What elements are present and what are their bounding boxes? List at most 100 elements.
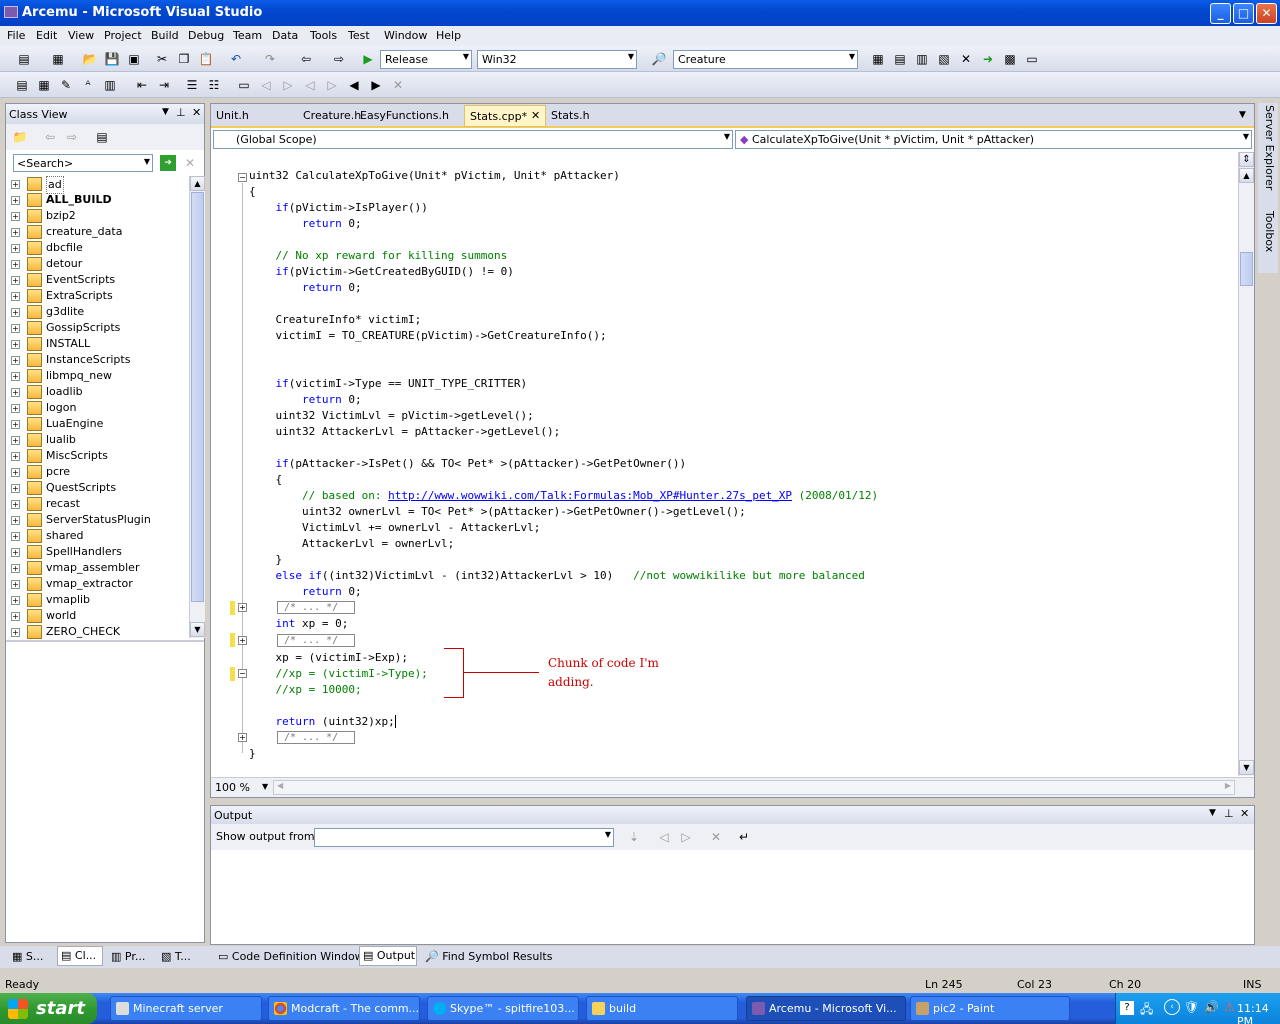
previous-bookmark-icon[interactable]: ◁: [258, 77, 274, 93]
undo-icon[interactable]: ↶: [228, 51, 244, 67]
clear-bookmarks-icon[interactable]: ✕: [390, 77, 406, 93]
expand-icon[interactable]: +: [11, 324, 20, 333]
expand-icon[interactable]: +: [11, 276, 20, 285]
scroll-down-icon[interactable]: ▼: [1239, 760, 1254, 775]
tools-icon[interactable]: ✕: [958, 51, 974, 67]
expand-icon[interactable]: +: [11, 484, 20, 493]
server-explorer-tab[interactable]: Server Explorer: [1260, 105, 1276, 205]
collapsed-region[interactable]: /* ... */: [277, 634, 355, 647]
expand-icon[interactable]: +: [11, 452, 20, 461]
tree-item[interactable]: + InstanceScripts: [6, 352, 190, 368]
help-icon[interactable]: ?: [1120, 1001, 1134, 1015]
output-source-select[interactable]: ▼: [314, 828, 614, 847]
scroll-right-icon[interactable]: ▶: [1225, 781, 1231, 790]
collapsed-region[interactable]: /* ... */: [277, 731, 355, 744]
class-search-input[interactable]: <Search> ▼: [13, 154, 153, 172]
next-bookmark-icon[interactable]: ▷: [280, 77, 296, 93]
collapse-icon[interactable]: −: [238, 669, 247, 678]
expand-icon[interactable]: +: [11, 308, 20, 317]
expand-icon[interactable]: +: [11, 372, 20, 381]
tree-item[interactable]: + ZERO_CHECK: [6, 624, 190, 640]
start-page-icon[interactable]: ➜: [980, 51, 996, 67]
tree-item[interactable]: + shared: [6, 528, 190, 544]
menu-window[interactable]: Window: [384, 29, 427, 42]
tab-find-symbol-results[interactable]: 🔎 Find Symbol Results: [425, 948, 552, 966]
next-bookmark-doc-icon[interactable]: ▶: [368, 77, 384, 93]
cut-icon[interactable]: ✂: [154, 51, 170, 67]
expand-icon[interactable]: +: [11, 580, 20, 589]
collapse-icon[interactable]: −: [238, 173, 247, 182]
tree-item[interactable]: + GossipScripts: [6, 320, 190, 336]
scope-dropdown[interactable]: (Global Scope) ▼: [213, 130, 733, 149]
scroll-up-icon[interactable]: ▲: [1239, 168, 1254, 183]
new-project-icon[interactable]: ▤: [16, 51, 32, 67]
find-combo[interactable]: Creature ▼: [673, 50, 858, 69]
increase-indent-icon[interactable]: ⇥: [156, 77, 172, 93]
tree-item[interactable]: + creature_data: [6, 224, 190, 240]
solution-configuration-select[interactable]: Release ▼: [380, 50, 472, 69]
member-list-icon[interactable]: ▤: [14, 77, 30, 93]
zoom-level[interactable]: 100 %: [215, 781, 250, 794]
quick-info-icon[interactable]: ✎: [58, 77, 74, 93]
scroll-thumb[interactable]: [1240, 252, 1253, 286]
collapsed-region[interactable]: /* ... */: [277, 601, 355, 614]
tab-code-definition-window[interactable]: ▭ Code Definition Window: [218, 948, 364, 966]
solution-explorer-icon[interactable]: ▦: [870, 51, 886, 67]
expand-icon[interactable]: +: [11, 436, 20, 445]
next-bookmark-folder-icon[interactable]: ▷: [324, 77, 340, 93]
auto-hide-pin-icon[interactable]: ⊥: [1224, 807, 1234, 820]
auto-hide-pin-icon[interactable]: ⊥: [176, 106, 186, 119]
menu-project[interactable]: Project: [104, 29, 142, 42]
tab-class-view[interactable]: ▤ Cl...: [57, 946, 103, 966]
object-browser-icon[interactable]: ▥: [914, 51, 930, 67]
tree-item[interactable]: + detour: [6, 256, 190, 272]
clock[interactable]: 11:14 PM: [1237, 1002, 1280, 1024]
editor-vertical-scrollbar[interactable]: ⇕ ▲ ▼: [1238, 152, 1254, 776]
expand-icon[interactable]: +: [11, 388, 20, 397]
folder-icon[interactable]: 📁: [12, 129, 28, 145]
tree-item[interactable]: + dbcfile: [6, 240, 190, 256]
toggle-bookmark-icon[interactable]: ▭: [236, 77, 252, 93]
save-all-icon[interactable]: ▣: [126, 51, 142, 67]
find-in-files-icon[interactable]: 🔎: [651, 51, 667, 67]
tab-team-explorer[interactable]: ▧ T...: [161, 948, 191, 966]
tree-item[interactable]: + vmap_extractor: [6, 576, 190, 592]
tab-creature-h[interactable]: Creature.h: [303, 109, 361, 122]
alert-icon[interactable]: ⚠: [1224, 1000, 1235, 1014]
go-to-next-icon[interactable]: ▷: [678, 829, 694, 845]
tab-stats-h[interactable]: Stats.h: [551, 109, 590, 122]
tree-item[interactable]: + ServerStatusPlugin: [6, 512, 190, 528]
tree-item[interactable]: + SpellHandlers: [6, 544, 190, 560]
menu-file[interactable]: File: [7, 29, 25, 42]
tree-item[interactable]: + libmpq_new: [6, 368, 190, 384]
toggle-word-wrap-icon[interactable]: ↵: [736, 829, 752, 845]
start-button[interactable]: start: [0, 993, 97, 1024]
menu-edit[interactable]: Edit: [36, 29, 57, 42]
expand-icon[interactable]: +: [11, 420, 20, 429]
show-hidden-icons-icon[interactable]: ‹: [1164, 999, 1180, 1015]
expand-icon[interactable]: +: [11, 260, 20, 269]
expand-icon[interactable]: +: [11, 180, 20, 189]
expand-icon[interactable]: +: [11, 596, 20, 605]
tree-item-ad[interactable]: + ad: [6, 176, 190, 194]
menu-help[interactable]: Help: [436, 29, 461, 42]
tab-easyfunctions-h[interactable]: EasyFunctions.h: [360, 109, 449, 122]
tree-item[interactable]: + vmap_assembler: [6, 560, 190, 576]
task-build-folder[interactable]: build: [586, 996, 738, 1021]
menu-view[interactable]: View: [68, 29, 94, 42]
expand-icon[interactable]: +: [11, 404, 20, 413]
minimize-button[interactable]: _: [1210, 3, 1231, 24]
back-icon[interactable]: ⇦: [42, 129, 58, 145]
task-visual-studio[interactable]: Arcemu - Microsoft Vi...: [746, 996, 906, 1021]
expand-icon[interactable]: +: [11, 468, 20, 477]
volume-icon[interactable]: 🔊: [1204, 1000, 1219, 1014]
forward-icon[interactable]: ⇨: [64, 129, 80, 145]
close-panel-icon[interactable]: ✕: [1240, 807, 1249, 820]
editor-horizontal-scrollbar[interactable]: ◀ ▶: [273, 780, 1235, 795]
tree-item[interactable]: + pcre: [6, 464, 190, 480]
search-go-icon[interactable]: ➜: [160, 155, 176, 171]
tree-item[interactable]: + vmaplib: [6, 592, 190, 608]
paste-icon[interactable]: 📋: [198, 51, 214, 67]
tree-item[interactable]: + LuaEngine: [6, 416, 190, 432]
uncomment-icon[interactable]: ☷: [206, 77, 222, 93]
